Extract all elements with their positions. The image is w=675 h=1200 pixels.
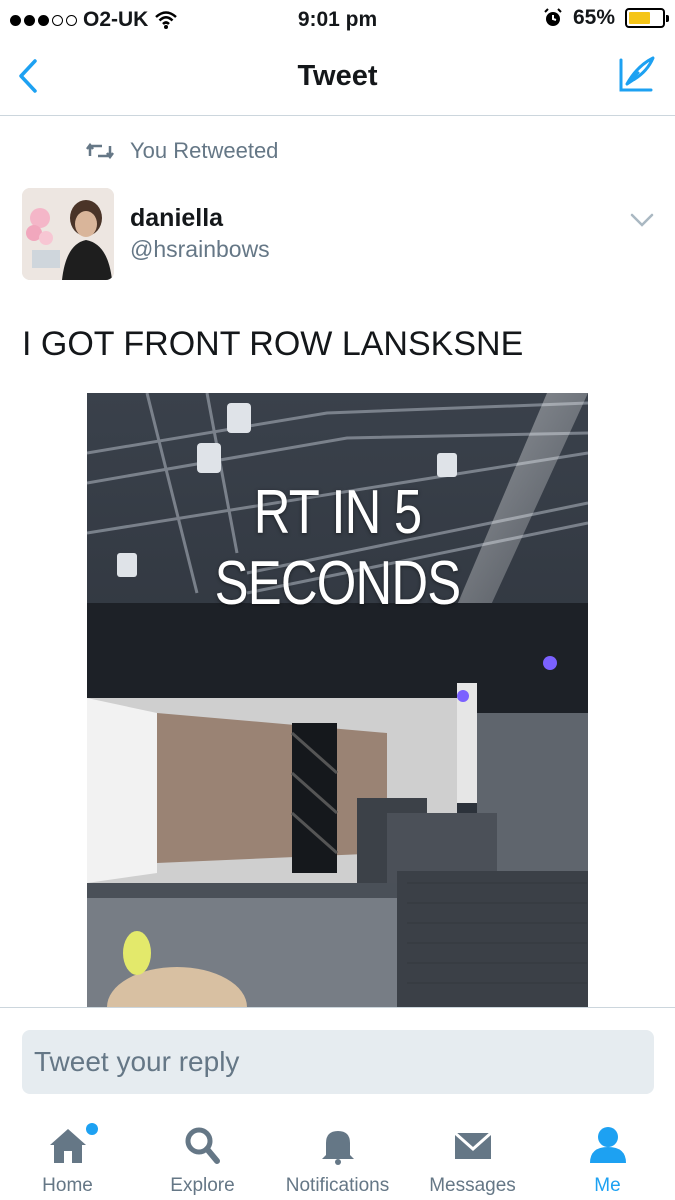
tab-messages-label: Messages	[429, 1175, 516, 1196]
tab-me[interactable]: Me	[540, 1105, 675, 1200]
tab-home[interactable]: Home	[0, 1105, 135, 1200]
page-title: Tweet	[297, 60, 378, 92]
tab-messages[interactable]: Messages	[405, 1105, 540, 1200]
tab-bar: Home Explore Notifications Messages Me	[0, 1105, 675, 1200]
battery-percent: 65%	[572, 6, 615, 29]
media-overlay-text: RT IN 5 SECONDS	[214, 478, 461, 618]
tab-home-label: Home	[42, 1175, 93, 1196]
person-icon	[589, 1127, 626, 1163]
tab-notifications[interactable]: Notifications	[270, 1105, 405, 1200]
battery-icon	[625, 8, 669, 28]
tab-explore-label: Explore	[170, 1175, 235, 1196]
notification-dot	[86, 1123, 98, 1135]
status-bar: O2-UK 9:01 pm 65%	[0, 0, 675, 40]
retweet-context-label: You Retweeted	[130, 138, 279, 163]
navigation-bar: Tweet	[0, 40, 675, 116]
avatar-image	[22, 188, 114, 280]
chevron-down-icon[interactable]	[629, 210, 655, 230]
retweet-icon	[86, 142, 114, 160]
alarm-clock-icon	[544, 8, 562, 26]
author-name[interactable]: daniella	[130, 204, 223, 233]
tab-explore[interactable]: Explore	[135, 1105, 270, 1200]
home-icon	[49, 1129, 86, 1163]
tab-me-label: Me	[594, 1175, 621, 1196]
tweet-media-photo[interactable]: RT IN 5 SECONDS	[87, 393, 588, 1007]
reply-bar: Tweet your reply	[0, 1007, 675, 1105]
avatar[interactable]	[22, 188, 114, 280]
battery-fill	[629, 12, 650, 24]
status-right: 65%	[543, 6, 669, 30]
search-icon	[185, 1127, 220, 1164]
tab-notifications-label: Notifications	[285, 1175, 390, 1196]
reply-input[interactable]: Tweet your reply	[22, 1030, 654, 1094]
compose-tweet-button[interactable]	[615, 52, 659, 96]
bell-icon	[321, 1131, 354, 1165]
envelope-icon	[453, 1131, 492, 1159]
tweet-text: I GOT FRONT ROW LANSKSNE	[22, 325, 524, 363]
author-handle[interactable]: @hsrainbows	[130, 236, 270, 263]
retweet-context: You Retweeted	[86, 138, 278, 164]
